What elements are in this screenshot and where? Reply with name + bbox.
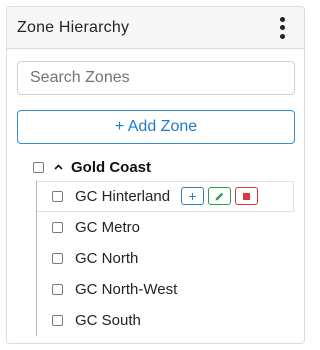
- tree-item-label: GC Hinterland: [75, 188, 171, 205]
- tree-item-gc-north[interactable]: GC North: [37, 243, 294, 274]
- tree-item-label: GC South: [75, 312, 141, 329]
- edit-button[interactable]: [208, 187, 231, 205]
- item-checkbox[interactable]: [52, 222, 63, 233]
- tree-item-gc-metro[interactable]: GC Metro: [37, 212, 294, 243]
- search-zones-input[interactable]: [17, 61, 295, 95]
- zone-tree: Gold Coast GC Hinterland + GC Metro GC N…: [17, 157, 294, 336]
- tree-item-label: GC North: [75, 250, 139, 267]
- add-zone-button[interactable]: + Add Zone: [17, 110, 295, 144]
- stop-icon: [243, 192, 250, 200]
- caret-up-icon[interactable]: [53, 162, 63, 172]
- panel-body: + Add Zone Gold Coast GC Hinterland: [7, 49, 304, 336]
- tree-item-gc-hinterland[interactable]: GC Hinterland +: [37, 181, 294, 212]
- add-child-button[interactable]: +: [181, 187, 204, 205]
- more-options-icon[interactable]: [272, 15, 292, 41]
- item-checkbox[interactable]: [52, 191, 63, 202]
- panel-header: Zone Hierarchy: [7, 7, 304, 49]
- tree-item-gc-north-west[interactable]: GC North-West: [37, 274, 294, 305]
- pencil-icon: [215, 192, 224, 200]
- kebab-dot: [279, 25, 285, 30]
- panel-title: Zone Hierarchy: [17, 18, 130, 36]
- plus-icon: +: [188, 188, 197, 204]
- kebab-dot: [279, 33, 285, 39]
- item-checkbox[interactable]: [52, 315, 63, 326]
- kebab-dot: [279, 16, 285, 22]
- zone-hierarchy-panel: Zone Hierarchy + Add Zone Gold Coast: [6, 6, 305, 344]
- item-checkbox[interactable]: [52, 253, 63, 264]
- root-checkbox[interactable]: [33, 161, 44, 173]
- tree-root-label: Gold Coast: [71, 158, 152, 176]
- delete-button[interactable]: [235, 187, 258, 205]
- tree-root-row: Gold Coast: [17, 157, 294, 177]
- tree-children: GC Hinterland + GC Metro GC North GC Nor…: [36, 181, 294, 336]
- tree-item-gc-south[interactable]: GC South: [37, 305, 294, 336]
- item-checkbox[interactable]: [52, 284, 63, 295]
- caret-up-glyph: [53, 164, 63, 170]
- row-actions: +: [181, 187, 258, 205]
- tree-item-label: GC Metro: [75, 219, 141, 236]
- tree-item-label: GC North-West: [75, 281, 178, 298]
